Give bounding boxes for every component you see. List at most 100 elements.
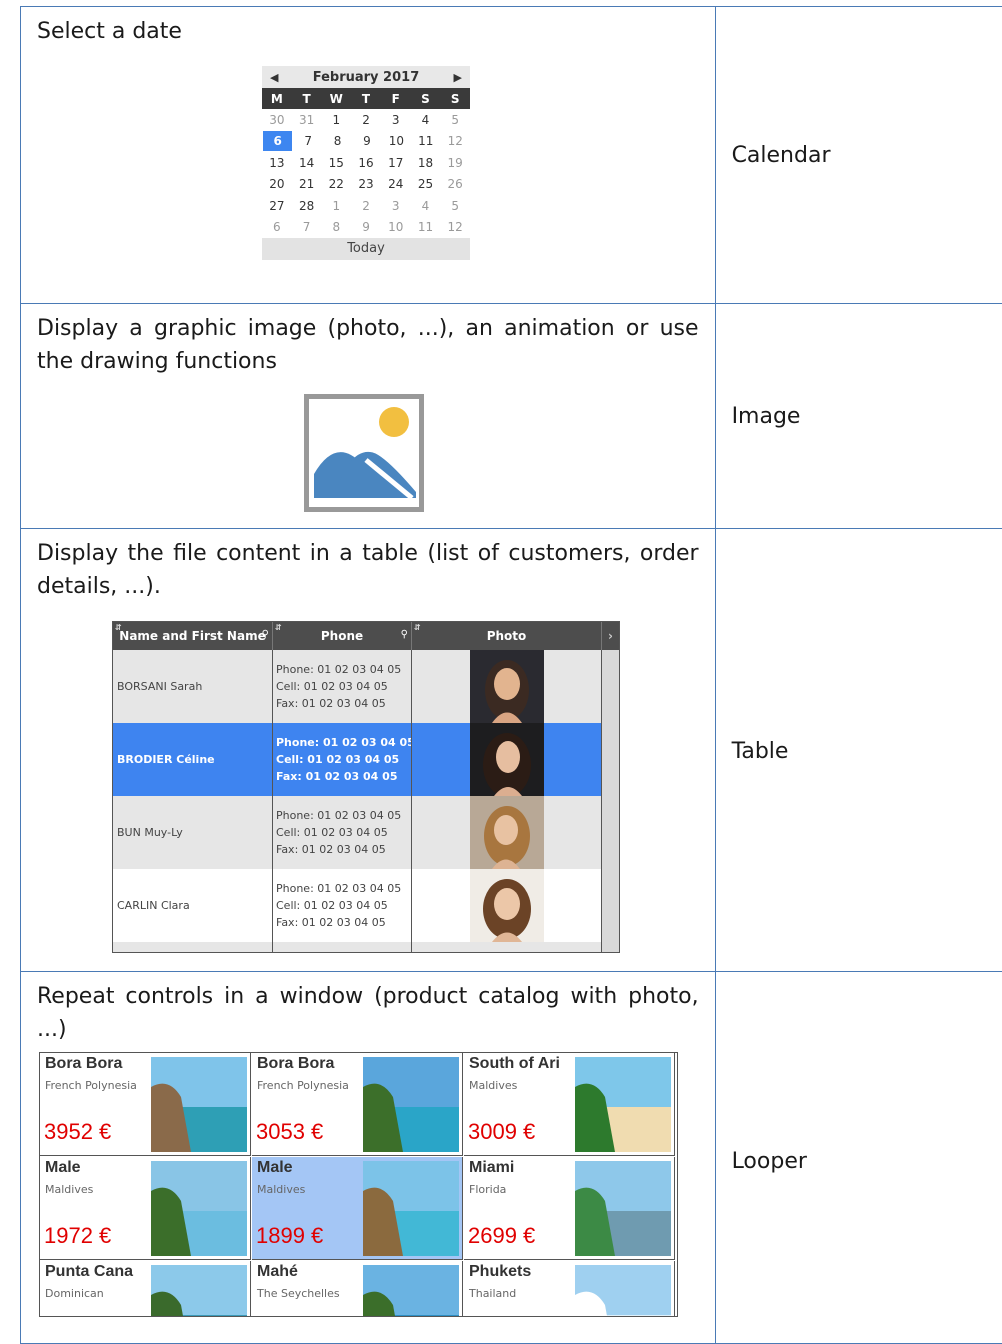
- find-icon[interactable]: ⚲: [262, 629, 269, 640]
- looper-item-price: 3053 €: [256, 1119, 323, 1145]
- calendar-month-label: February 2017: [313, 70, 420, 85]
- calendar-day[interactable]: 12: [441, 131, 470, 151]
- control-name-image: Image: [732, 404, 801, 429]
- calendar-day[interactable]: 11: [411, 131, 440, 151]
- sort-icon[interactable]: ⇵: [414, 623, 421, 632]
- cell-table-description: Display the file content in a table (lis…: [21, 529, 716, 972]
- phone-cell: Phone: 01 02 03 04 05 Cell: 01 02 03 04 …: [273, 869, 412, 942]
- calendar-day[interactable]: 6: [262, 217, 292, 237]
- scrollbar-track[interactable]: [602, 796, 619, 869]
- destination-photo: [575, 1161, 671, 1256]
- calendar-day[interactable]: 4: [411, 110, 441, 130]
- calendar-day[interactable]: 12: [440, 217, 470, 237]
- calendar-day[interactable]: 3: [381, 196, 411, 216]
- calendar-day[interactable]: 5: [440, 196, 470, 216]
- calendar-day[interactable]: 17: [381, 153, 411, 173]
- calendar-day[interactable]: 8: [323, 131, 352, 151]
- column-header-name[interactable]: ⇵ Name and First Name ⚲: [113, 622, 273, 650]
- calendar-day[interactable]: 27: [262, 196, 292, 216]
- photo-cell: [412, 723, 602, 796]
- weekday-label: F: [381, 92, 411, 106]
- triangle-right-icon[interactable]: ▶: [454, 71, 462, 84]
- name-cell: BORSANI Sarah: [113, 650, 273, 723]
- calendar-day[interactable]: 3: [381, 110, 411, 130]
- looper-item[interactable]: MahéThe Seychelles: [252, 1261, 463, 1317]
- looper-item[interactable]: MaleMaldives1899 €: [252, 1157, 463, 1260]
- looper-item[interactable]: MiamiFlorida2699 €: [464, 1157, 675, 1260]
- table-row[interactable]: BORSANI Sarah Phone: 01 02 03 04 05 Cell…: [113, 650, 619, 723]
- table-row[interactable]: BRODIER Céline Phone: 01 02 03 04 05 Cel…: [113, 723, 619, 796]
- calendar-day[interactable]: 7: [292, 217, 322, 237]
- calendar-day[interactable]: 19: [440, 153, 470, 173]
- cell-image-description: Display a graphic image (photo, ...), an…: [21, 304, 716, 529]
- calendar-day[interactable]: 10: [381, 217, 411, 237]
- sort-icon[interactable]: ⇵: [275, 623, 282, 632]
- column-header-photo[interactable]: ⇵ Photo: [412, 622, 602, 650]
- looper-item-price: 3952 €: [44, 1119, 111, 1145]
- calendar-day[interactable]: 24: [381, 174, 411, 194]
- looper-item[interactable]: Bora BoraFrench Polynesia3053 €: [252, 1053, 463, 1156]
- weekday-label: W: [321, 92, 351, 106]
- looper-item[interactable]: MaleMaldives1972 €: [40, 1157, 251, 1260]
- column-header-phone[interactable]: ⇵ Phone ⚲: [273, 622, 412, 650]
- calendar-day[interactable]: 31: [292, 110, 322, 130]
- scrollbar-track[interactable]: [602, 723, 619, 796]
- looper-item[interactable]: South of AriMaldives3009 €: [464, 1053, 675, 1156]
- calendar-day[interactable]: 26: [440, 174, 470, 194]
- calendar-day[interactable]: 6: [263, 131, 292, 151]
- looper-item[interactable]: Punta CanaDominican: [40, 1261, 251, 1317]
- scrollbar-track[interactable]: [602, 650, 619, 723]
- calendar-day[interactable]: 2: [351, 110, 381, 130]
- row-calendar: Select a date ◀ February 2017 ▶ M T W T …: [21, 7, 1002, 304]
- calendar-day[interactable]: 9: [352, 131, 381, 151]
- calendar-day[interactable]: 30: [262, 110, 292, 130]
- calendar-day[interactable]: 11: [411, 217, 441, 237]
- name-cell: BUN Muy-Ly: [113, 796, 273, 869]
- calendar-week: 6789101112: [262, 217, 470, 239]
- control-name-calendar: Calendar: [732, 143, 831, 168]
- calendar-day[interactable]: 5: [440, 110, 470, 130]
- looper-item[interactable]: Bora BoraFrench Polynesia3952 €: [40, 1053, 251, 1156]
- table-row[interactable]: BUN Muy-Ly Phone: 01 02 03 04 05 Cell: 0…: [113, 796, 619, 869]
- calendar-day[interactable]: 14: [292, 153, 322, 173]
- calendar-day[interactable]: 21: [292, 174, 322, 194]
- calendar-day[interactable]: 25: [411, 174, 441, 194]
- looper-item-title: Male: [257, 1159, 293, 1177]
- today-button[interactable]: Today: [262, 238, 470, 260]
- row-looper: Repeat controls in a window (product cat…: [21, 972, 1002, 1344]
- calendar-day[interactable]: 2: [351, 196, 381, 216]
- photo-cell: [412, 869, 602, 942]
- looper-item[interactable]: PhuketsThailand: [464, 1261, 675, 1317]
- scrollbar-track[interactable]: [602, 869, 619, 942]
- looper-item-title: Bora Bora: [257, 1055, 334, 1073]
- calendar-day[interactable]: 23: [351, 174, 381, 194]
- portrait-photo: [470, 796, 544, 869]
- calendar-day[interactable]: 9: [351, 217, 381, 237]
- chevron-right-icon[interactable]: ›: [602, 622, 619, 650]
- calendar-day[interactable]: 1: [321, 196, 351, 216]
- calendar-day[interactable]: 22: [321, 174, 351, 194]
- triangle-left-icon[interactable]: ◀: [270, 71, 278, 84]
- table-control[interactable]: ⇵ Name and First Name ⚲ ⇵ Phone ⚲ ⇵ Phot…: [112, 621, 620, 953]
- weekday-label: S: [411, 92, 441, 106]
- calendar-day[interactable]: 1: [321, 110, 351, 130]
- sort-icon[interactable]: ⇵: [115, 623, 122, 632]
- calendar-day[interactable]: 4: [411, 196, 441, 216]
- image-placeholder-icon: [304, 394, 424, 512]
- looper-item-subtitle: The Seychelles: [257, 1287, 340, 1300]
- calendar-day[interactable]: 15: [321, 153, 351, 173]
- calendar-day[interactable]: 10: [382, 131, 411, 151]
- calendar-day[interactable]: 28: [292, 196, 322, 216]
- calendar-day[interactable]: 7: [293, 131, 322, 151]
- calendar-day[interactable]: 8: [321, 217, 351, 237]
- calendar-day[interactable]: 18: [411, 153, 441, 173]
- calendar-day[interactable]: 20: [262, 174, 292, 194]
- looper-item-price: 3009 €: [468, 1119, 535, 1145]
- calendar-day[interactable]: 13: [262, 153, 292, 173]
- looper-control[interactable]: Bora BoraFrench Polynesia3952 €Bora Bora…: [39, 1052, 678, 1317]
- photo-cell: [412, 796, 602, 869]
- calendar-control[interactable]: ◀ February 2017 ▶ M T W T F S S 30311234…: [262, 66, 470, 260]
- find-icon[interactable]: ⚲: [401, 629, 408, 640]
- calendar-day[interactable]: 16: [351, 153, 381, 173]
- table-row[interactable]: CARLIN Clara Phone: 01 02 03 04 05 Cell:…: [113, 869, 619, 942]
